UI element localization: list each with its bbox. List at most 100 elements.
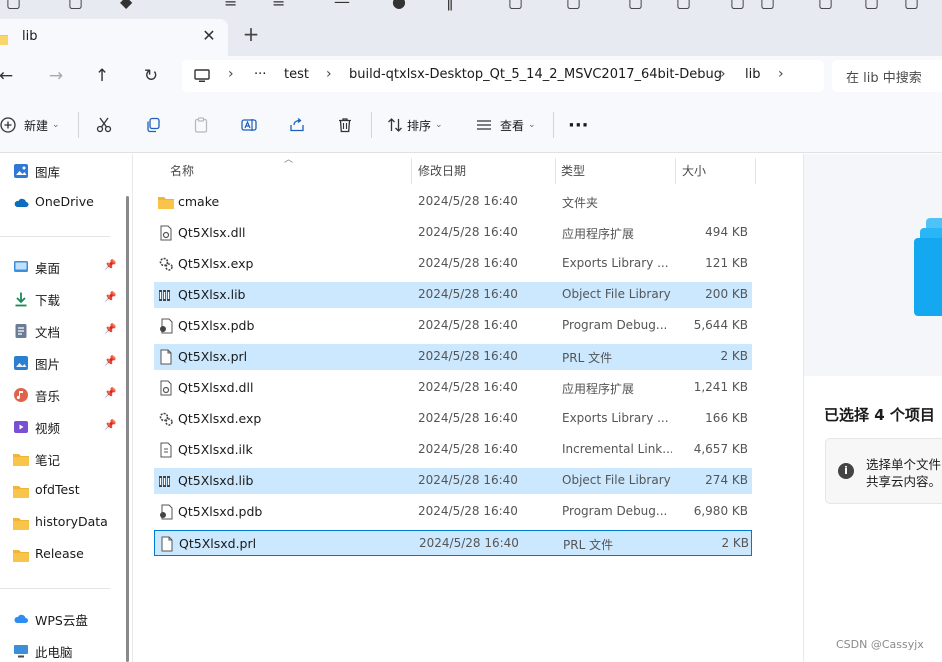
forward-button[interactable]: → bbox=[42, 62, 70, 90]
sidebar-item-historydata[interactable]: historyData bbox=[0, 511, 118, 535]
sidebar-item-ofdtest[interactable]: ofdTest bbox=[0, 479, 118, 503]
sidebar-item-onedrive[interactable]: OneDrive bbox=[0, 191, 118, 215]
paste-button[interactable] bbox=[193, 113, 209, 137]
toolbar-glyph-icon[interactable]: ▢ bbox=[864, 0, 879, 11]
breadcrumb-item[interactable]: lib bbox=[745, 67, 760, 82]
back-button[interactable]: ← bbox=[0, 62, 20, 90]
file-size: 2 KB bbox=[721, 536, 749, 550]
breadcrumb-separator[interactable]: › bbox=[326, 66, 332, 82]
sidebar-item-label: ofdTest bbox=[35, 482, 80, 497]
sidebar-item-this-pc[interactable]: 此电脑 bbox=[0, 639, 118, 662]
toolbar-glyph-icon[interactable]: ≡ bbox=[272, 0, 285, 11]
more-options-button[interactable]: ··· bbox=[568, 113, 589, 137]
toolbar-glyph-icon[interactable]: ● bbox=[392, 0, 406, 11]
breadcrumb-separator[interactable]: › bbox=[228, 66, 234, 82]
toolbar-glyph-icon[interactable]: ▢ bbox=[676, 0, 691, 11]
breadcrumb-item[interactable]: build-qtxlsx-Desktop_Qt_5_14_2_MSVC2017_… bbox=[349, 67, 722, 82]
copy-button[interactable] bbox=[145, 113, 161, 137]
column-header-date[interactable]: 修改日期 bbox=[418, 162, 466, 179]
sidebar-item-notes[interactable]: 笔记 bbox=[0, 447, 118, 471]
column-divider[interactable] bbox=[675, 158, 676, 184]
file-type: 文件夹 bbox=[562, 196, 599, 210]
sidebar-item-gallery[interactable]: 图库 bbox=[0, 159, 118, 183]
exp-icon bbox=[159, 412, 173, 426]
ilk-icon bbox=[160, 442, 172, 458]
file-row[interactable]: Qt5Xlsxd.dll 2024/5/28 16:40 应用程序扩展 1,24… bbox=[154, 375, 752, 401]
new-button[interactable]: 新建 ⌄ bbox=[0, 113, 60, 137]
search-input[interactable]: 在 lib 中搜索 bbox=[832, 60, 942, 92]
folder-icon bbox=[13, 518, 29, 530]
sidebar-item-music[interactable]: 音乐 📌 bbox=[0, 383, 118, 407]
file-row[interactable]: cmake 2024/5/28 16:40 文件夹 bbox=[154, 189, 752, 215]
file-row[interactable]: Qt5Xlsxd.exp 2024/5/28 16:40 Exports Lib… bbox=[154, 406, 752, 432]
toolbar-glyph-icon[interactable]: ▢ bbox=[6, 0, 21, 11]
toolbar-glyph-icon[interactable]: ▢ bbox=[904, 0, 919, 11]
preview-area bbox=[804, 154, 942, 376]
sidebar-item-pictures[interactable]: 图片 📌 bbox=[0, 351, 118, 375]
rename-icon bbox=[241, 119, 257, 131]
column-header-type[interactable]: 类型 bbox=[561, 162, 585, 179]
divider bbox=[371, 112, 372, 138]
delete-button[interactable] bbox=[337, 113, 353, 137]
toolbar-glyph-icon[interactable]: ▢ bbox=[818, 0, 833, 11]
sidebar-item-videos[interactable]: 视频 📌 bbox=[0, 415, 118, 439]
tab-lib[interactable]: lib ✕ bbox=[0, 19, 228, 56]
sort-button[interactable]: 排序 ⌄ bbox=[387, 113, 443, 137]
breadcrumb-separator[interactable]: › bbox=[720, 66, 726, 82]
toolbar-glyph-icon[interactable]: ≡ bbox=[224, 0, 237, 11]
breadcrumb-overflow[interactable]: ··· bbox=[254, 67, 266, 82]
column-divider[interactable] bbox=[411, 158, 412, 184]
breadcrumb-separator[interactable]: › bbox=[778, 66, 784, 82]
sidebar-scrollbar[interactable] bbox=[126, 196, 129, 662]
clipboard-icon bbox=[194, 117, 208, 133]
folder-icon bbox=[13, 550, 29, 562]
file-row[interactable]: Qt5Xlsx.dll 2024/5/28 16:40 应用程序扩展 494 K… bbox=[154, 220, 752, 246]
file-row[interactable]: Qt5Xlsxd.ilk 2024/5/28 16:40 Incremental… bbox=[154, 437, 752, 463]
sidebar-item-desktop[interactable]: 桌面 📌 bbox=[0, 255, 118, 279]
file-row[interactable]: Qt5Xlsxd.prl 2024/5/28 16:40 PRL 文件 2 KB bbox=[154, 530, 752, 556]
file-icon bbox=[161, 536, 173, 552]
cut-button[interactable] bbox=[96, 113, 112, 137]
sidebar-item-downloads[interactable]: 下载 📌 bbox=[0, 287, 118, 311]
rename-button[interactable] bbox=[241, 113, 257, 137]
file-row[interactable]: Qt5Xlsx.exp 2024/5/28 16:40 Exports Libr… bbox=[154, 251, 752, 277]
toolbar-glyph-icon[interactable]: ▢ bbox=[730, 0, 745, 11]
up-button[interactable]: ↑ bbox=[88, 62, 116, 90]
new-tab-button[interactable]: + bbox=[240, 24, 262, 46]
file-name: Qt5Xlsx.pdb bbox=[178, 318, 255, 333]
watermark: CSDN @Cassyjx bbox=[836, 638, 924, 651]
file-row[interactable]: Qt5Xlsx.pdb 2024/5/28 16:40 Program Debu… bbox=[154, 313, 752, 339]
column-header-size[interactable]: 大小 bbox=[682, 162, 706, 179]
view-button[interactable]: 查看 ⌄ bbox=[476, 113, 536, 137]
sidebar-item-documents[interactable]: 文档 📌 bbox=[0, 319, 118, 343]
sort-button-label: 排序 bbox=[407, 118, 432, 133]
refresh-button[interactable]: ↻ bbox=[137, 62, 165, 90]
toolbar-glyph-icon[interactable]: ∥ bbox=[446, 0, 454, 11]
info-line: 选择单个文件 bbox=[866, 457, 942, 472]
file-row[interactable]: Qt5Xlsx.lib 2024/5/28 16:40 Object File … bbox=[154, 282, 752, 308]
pdb-icon bbox=[160, 318, 173, 334]
address-bar[interactable]: › ··· test › build-qtxlsx-Desktop_Qt_5_1… bbox=[182, 60, 824, 92]
toolbar-glyph-icon[interactable]: ▢ bbox=[566, 0, 581, 11]
file-row[interactable]: Qt5Xlsxd.lib 2024/5/28 16:40 Object File… bbox=[154, 468, 752, 494]
toolbar-glyph-icon[interactable]: ▢ bbox=[628, 0, 643, 11]
sidebar-item-release[interactable]: Release bbox=[0, 543, 118, 567]
column-header-name[interactable]: 名称 bbox=[170, 162, 194, 179]
share-button[interactable] bbox=[289, 113, 305, 137]
toolbar-glyph-icon[interactable]: ▢ bbox=[508, 0, 523, 11]
toolbar-glyph-icon[interactable]: — bbox=[334, 0, 350, 11]
sidebar-item-label: 音乐 bbox=[35, 389, 61, 404]
column-divider[interactable] bbox=[555, 158, 556, 184]
sidebar-item-wps-cloud[interactable]: WPS云盘 bbox=[0, 607, 118, 631]
file-size: 4,657 KB bbox=[693, 442, 748, 456]
file-type: PRL 文件 bbox=[563, 538, 614, 552]
column-divider[interactable] bbox=[755, 158, 756, 184]
file-row[interactable]: Qt5Xlsx.prl 2024/5/28 16:40 PRL 文件 2 KB bbox=[154, 344, 752, 370]
toolbar-glyph-icon[interactable]: ▢ bbox=[760, 0, 775, 11]
breadcrumb-item[interactable]: test bbox=[284, 67, 309, 82]
toolbar-glyph-icon[interactable]: ◆ bbox=[120, 0, 132, 11]
sidebar-item-label: OneDrive bbox=[35, 194, 94, 209]
toolbar-glyph-icon[interactable]: ▢ bbox=[68, 0, 83, 11]
close-icon[interactable]: ✕ bbox=[198, 25, 220, 47]
file-row[interactable]: Qt5Xlsxd.pdb 2024/5/28 16:40 Program Deb… bbox=[154, 499, 752, 525]
